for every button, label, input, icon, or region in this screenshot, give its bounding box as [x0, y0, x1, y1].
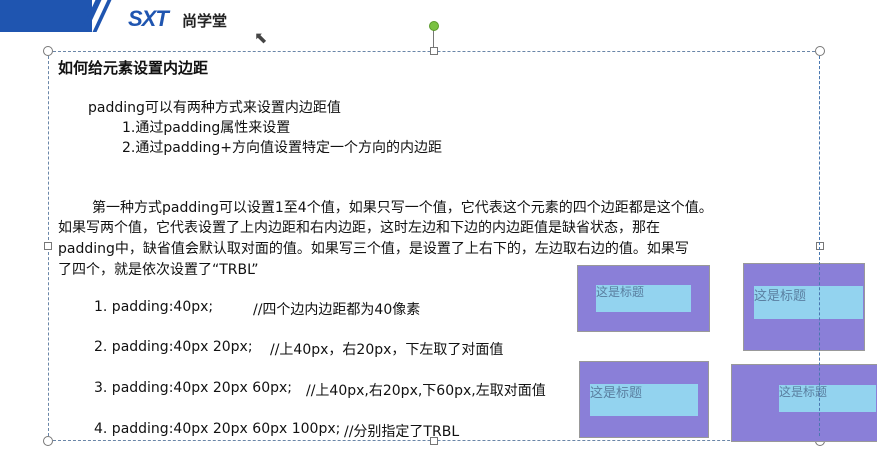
method-2: 2.通过padding+方向值设置特定一个方向的内边距 [122, 140, 442, 156]
logo: SXT [128, 6, 169, 31]
paragraph-line: padding中，缺省值会默认取对面的值。如果写三个值，是设置了上右下的，左边取… [58, 241, 689, 257]
intro-text: padding可以有两种方式来设置内边距值 [88, 100, 341, 116]
resize-handle[interactable] [815, 46, 825, 56]
demo-title: 这是标题 [590, 384, 698, 416]
demo-box-4: 这是标题 [731, 364, 877, 442]
resize-handle[interactable] [43, 46, 53, 56]
example-comment: //上40px,右20px,下60px,左取对面值 [306, 383, 546, 399]
selection-edge [819, 56, 820, 436]
example-code: 4. padding:40px 20px 60px 100px; [94, 421, 341, 437]
paragraph-line: 了四个，就是依次设置了“TRBL” [58, 262, 259, 278]
demo-title: 这是标题 [754, 286, 863, 319]
example-comment: //分别指定了TRBL [344, 424, 460, 440]
demo-box-2: 这是标题 [743, 263, 865, 351]
example-code: 1. padding:40px; [94, 299, 214, 315]
example-code: 2. padding:40px 20px; [94, 339, 253, 355]
demo-box-1: 这是标题 [577, 265, 710, 332]
demo-title: 这是标题 [779, 385, 876, 412]
example-comment: //上40px，右20px，下左取了对面值 [270, 342, 504, 358]
resize-handle[interactable] [430, 47, 438, 55]
cursor-icon: ⬉ [254, 28, 268, 47]
demo-box-3: 这是标题 [579, 361, 709, 438]
header-band [0, 0, 92, 32]
example-code: 3. padding:40px 20px 60px; [94, 380, 292, 396]
rotate-handle[interactable] [429, 21, 439, 31]
method-1: 1.通过padding属性来设置 [122, 120, 291, 136]
paragraph-line: 第一种方式padding可以设置1至4个值，如果只写一个值，它代表这个元素的四个… [92, 200, 713, 216]
logo-cn: 尚学堂 [182, 12, 228, 30]
resize-handle[interactable] [43, 436, 53, 446]
slide-title: 如何给元素设置内边距 [58, 59, 209, 77]
resize-handle[interactable] [816, 242, 824, 250]
demo-title: 这是标题 [596, 285, 691, 312]
example-comment: //四个边内边距都为40像素 [253, 302, 421, 318]
resize-handle[interactable] [44, 242, 52, 250]
paragraph-line: 如果写两个值，它代表设置了上内边距和右内边距，这时左边和下边的内边距值是缺省状态… [58, 220, 660, 236]
